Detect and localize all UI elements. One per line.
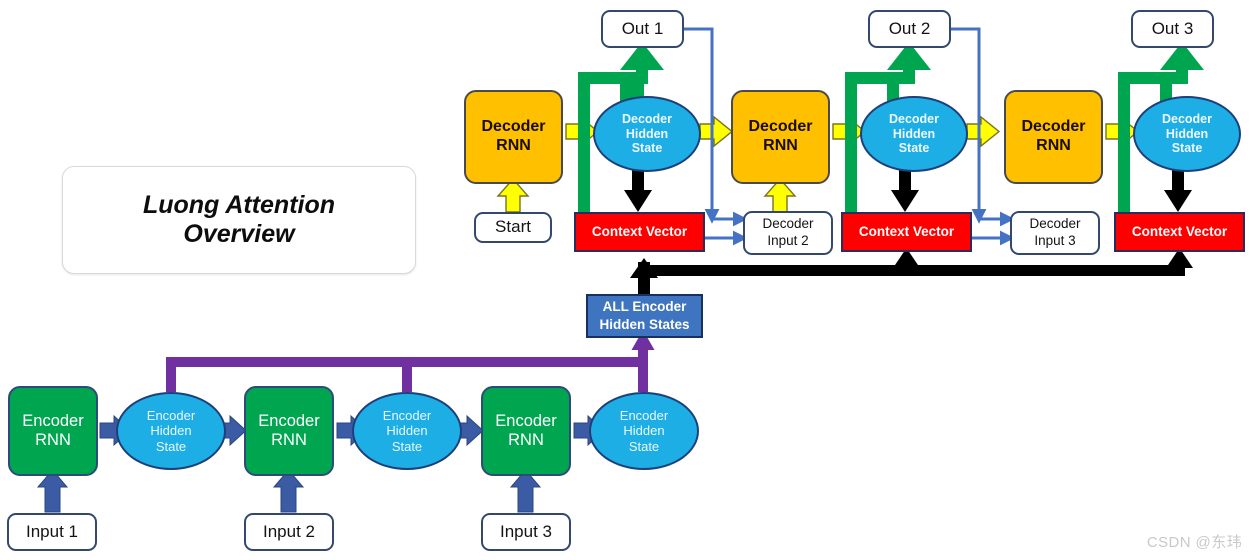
decoder-input-2-line2: Input 2 (767, 233, 809, 248)
output-label-3: Out 3 (1151, 18, 1194, 38)
attention-bus (630, 248, 1193, 296)
encoder-rnn-label-line1: Encoder (22, 411, 84, 430)
all-encoder-line1: ALL Encoder (602, 299, 687, 315)
decoder-rnn-label-line2: RNN (1036, 137, 1071, 154)
decoder-input-2-line1: Decoder (762, 216, 814, 232)
start-box[interactable]: Start (474, 212, 552, 243)
encoder-rnn-1[interactable]: Encoder RNN (8, 386, 98, 476)
decoder-hidden-line1: Decoder (888, 111, 940, 126)
encoder-hidden-state-3[interactable]: Encoder Hidden State (589, 392, 699, 470)
decoder-input-box-3[interactable]: Decoder Input 3 (1010, 211, 1100, 255)
output-box-1[interactable]: Out 1 (601, 10, 684, 48)
context-vector-label-1: Context Vector (591, 224, 688, 240)
hidden-to-context-arrows (624, 168, 1192, 212)
context-vector-3[interactable]: Context Vector (1114, 212, 1245, 252)
output-box-3[interactable]: Out 3 (1131, 10, 1214, 48)
encoder-hidden-line3: State (391, 438, 423, 454)
output-box-2[interactable]: Out 2 (868, 10, 951, 48)
input-box-2[interactable]: Input 2 (244, 513, 334, 551)
input-box-3[interactable]: Input 3 (481, 513, 571, 551)
encoder-aggregate-bus (166, 357, 643, 392)
decoder-rnn-label-line1: Decoder (748, 118, 813, 136)
context-vector-label-2: Context Vector (858, 224, 955, 240)
decoder-rnn-1[interactable]: Decoder RNN (464, 90, 563, 184)
encoder-rnn-3[interactable]: Encoder RNN (481, 386, 571, 476)
decoder-input-3-line2: Input 3 (1034, 233, 1076, 248)
title-line-1: Luong Attention (142, 190, 336, 219)
encoder-hidden-line1: Encoder (619, 408, 669, 423)
context-vector-2[interactable]: Context Vector (841, 212, 972, 252)
input-label-1: Input 1 (26, 521, 78, 541)
decoder-rnn-3[interactable]: Decoder RNN (1004, 90, 1103, 184)
decoder-hidden-line2: Hidden (892, 126, 936, 141)
context-vector-1[interactable]: Context Vector (574, 212, 705, 252)
decoder-rnn-label-line1: Decoder (481, 118, 546, 136)
decoder-input-box-2[interactable]: Decoder Input 2 (743, 211, 833, 255)
decoder-hidden-state-1[interactable]: Decoder Hidden State (593, 96, 701, 172)
decoder-hidden-state-2[interactable]: Decoder Hidden State (860, 96, 968, 172)
watermark: CSDN @东玮 (1146, 534, 1242, 551)
start-label: Start (495, 217, 531, 237)
encoder-rnn-label-line1: Encoder (258, 411, 320, 430)
decoder-rnn-label-line1: Decoder (1021, 118, 1086, 136)
encoder-hidden-line1: Encoder (382, 408, 432, 423)
all-encoder-hidden-states-box[interactable]: ALL Encoder Hidden States (586, 294, 703, 338)
encoder-hidden-state-1[interactable]: Encoder Hidden State (116, 392, 226, 470)
title-line-2: Overview (183, 220, 295, 248)
decoder-input-3-line1: Decoder (1029, 216, 1081, 232)
encoder-hidden-state-2[interactable]: Encoder Hidden State (352, 392, 462, 470)
encoder-hidden-line3: State (155, 438, 187, 454)
output-label-1: Out 1 (621, 18, 664, 38)
encoder-rnn-label-line2: RNN (271, 431, 307, 449)
encoder-input-arrows (36, 469, 542, 513)
input-box-1[interactable]: Input 1 (7, 513, 97, 551)
decoder-hidden-line1: Decoder (1161, 111, 1213, 126)
decoder-hidden-line3: State (631, 141, 663, 156)
output-label-2: Out 2 (888, 18, 931, 38)
decoder-rnn-label-line2: RNN (496, 137, 531, 154)
encoder-rnn-2[interactable]: Encoder RNN (244, 386, 334, 476)
decoder-rnn-2[interactable]: Decoder RNN (731, 90, 830, 184)
diagram-canvas: Luong Attention Overview Encoder RNN Enc… (0, 0, 1250, 560)
encoder-hidden-line2: Hidden (623, 423, 665, 439)
encoder-hidden-line1: Encoder (146, 408, 196, 423)
encoder-rnn-label-line2: RNN (35, 431, 71, 449)
input-label-2: Input 2 (263, 521, 315, 541)
connector-layer (36, 27, 1204, 513)
encoder-hidden-line3: State (628, 438, 660, 454)
input-label-3: Input 3 (500, 521, 552, 541)
decoder-hidden-line3: State (898, 141, 930, 156)
decoder-hidden-line3: State (1171, 141, 1203, 156)
context-vector-label-3: Context Vector (1131, 224, 1228, 240)
decoder-hidden-line1: Decoder (621, 111, 673, 126)
decoder-hidden-state-3[interactable]: Decoder Hidden State (1133, 96, 1241, 172)
encoder-hidden-line2: Hidden (386, 423, 428, 439)
decoder-hidden-line2: Hidden (1165, 126, 1209, 141)
encoder-hidden-line2: Hidden (150, 423, 192, 439)
decoder-hidden-line2: Hidden (625, 126, 669, 141)
title-panel: Luong Attention Overview (62, 166, 416, 274)
encoder-rnn-label-line1: Encoder (495, 411, 557, 430)
encoder-rnn-label-line2: RNN (508, 431, 544, 449)
all-encoder-line2: Hidden States (599, 317, 690, 332)
decoder-rnn-label-line2: RNN (763, 137, 798, 154)
